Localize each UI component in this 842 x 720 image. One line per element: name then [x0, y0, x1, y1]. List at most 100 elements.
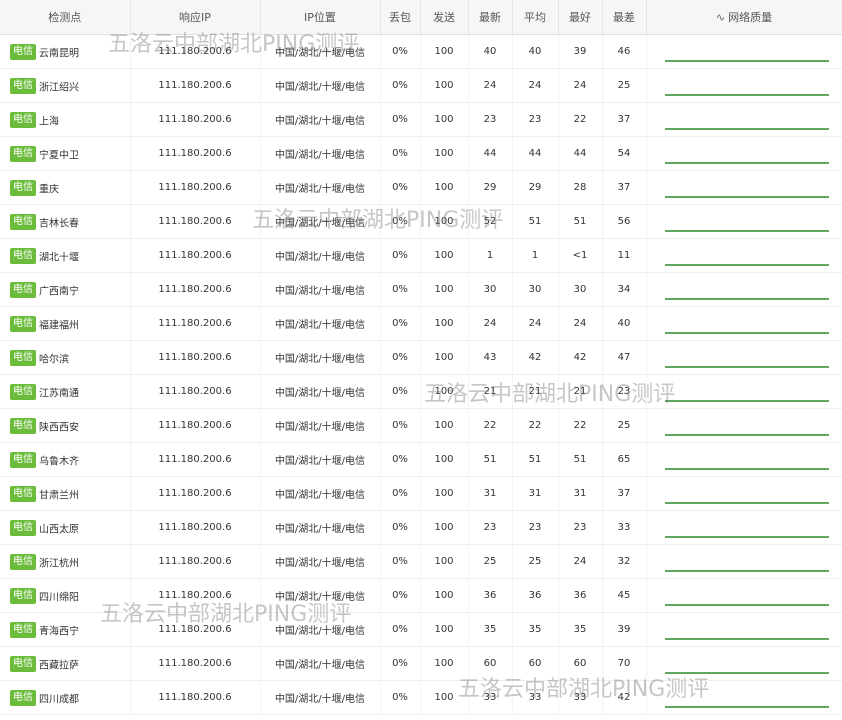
best-cell: 22 — [558, 408, 603, 443]
node-city: 浙江绍兴 — [39, 82, 79, 93]
latest-cell: 30 — [468, 272, 513, 307]
isp-badge: 电信 — [10, 519, 36, 536]
node-city: 西藏拉萨 — [39, 660, 79, 671]
table-row[interactable]: 电信 浙江杭州 111.180.200.6 中国/湖北/十堰/电信 0% 100 25 25 2… — [0, 544, 842, 579]
latest-cell: 24 — [468, 68, 513, 103]
worst-cell: 42 — [602, 680, 647, 715]
col-header-node[interactable]: 检测点 — [0, 0, 131, 35]
table-row[interactable]: 电信 甘肃兰州 111.180.200.6 中国/湖北/十堰/电信 0% 100 31 31 3… — [0, 476, 842, 511]
col-header-location[interactable]: IP位置 — [260, 0, 381, 35]
col-header-loss[interactable]: 丢包 — [380, 0, 421, 35]
sent-cell: 100 — [420, 408, 469, 443]
node-city: 四川成都 — [39, 694, 79, 705]
loss-cell: 0% — [380, 34, 421, 69]
table-row[interactable]: 电信 哈尔滨 111.180.200.6 中国/湖北/十堰/电信 0% 100 43 42 42… — [0, 340, 842, 375]
table-row[interactable]: 电信 西藏拉萨 111.180.200.6 中国/湖北/十堰/电信 0% 100 60 60 6… — [0, 646, 842, 681]
worst-cell: 37 — [602, 170, 647, 205]
best-cell: 30 — [558, 272, 603, 307]
col-header-worst[interactable]: 最差 — [602, 0, 647, 35]
table-row[interactable]: 电信 陕西西安 111.180.200.6 中国/湖北/十堰/电信 0% 100 22 22 2… — [0, 408, 842, 443]
avg-cell: 35 — [512, 612, 559, 647]
location-cell: 中国/湖北/十堰/电信 — [260, 476, 381, 511]
quality-cell — [646, 34, 842, 69]
node-cell: 电信 福建福州 — [0, 306, 131, 341]
avg-cell: 24 — [512, 306, 559, 341]
table-row[interactable]: 电信 宁夏中卫 111.180.200.6 中国/湖北/十堰/电信 0% 100 44 44 4… — [0, 136, 842, 171]
quality-sparkline — [664, 603, 829, 606]
quality-sparkline — [664, 569, 829, 572]
quality-sparkline — [664, 229, 829, 232]
latest-cell: 22 — [468, 408, 513, 443]
node-cell: 电信 广西南宁 — [0, 272, 131, 307]
best-cell: 28 — [558, 170, 603, 205]
node-city: 哈尔滨 — [39, 354, 69, 365]
node-cell: 电信 江苏南通 — [0, 374, 131, 409]
node-cell: 电信 吉林长春 — [0, 204, 131, 239]
node-city: 山西太原 — [39, 524, 79, 535]
loss-cell: 0% — [380, 68, 421, 103]
table-row[interactable]: 电信 湖北十堰 111.180.200.6 中国/湖北/十堰/电信 0% 100 1 1 <1 1… — [0, 238, 842, 273]
ip-cell: 111.180.200.6 — [130, 340, 261, 375]
quality-sparkline — [664, 467, 829, 470]
isp-badge: 电信 — [10, 451, 36, 468]
table-row[interactable]: 电信 乌鲁木齐 111.180.200.6 中国/湖北/十堰/电信 0% 100 51 51 5… — [0, 442, 842, 477]
node-city: 云南昆明 — [39, 48, 79, 59]
isp-badge: 电信 — [10, 111, 36, 128]
col-header-quality[interactable]: ∿ 网络质量 — [646, 0, 842, 35]
sent-cell: 100 — [420, 204, 469, 239]
ip-cell: 111.180.200.6 — [130, 238, 261, 273]
node-cell: 电信 哈尔滨 — [0, 340, 131, 375]
table-row[interactable]: 电信 山西太原 111.180.200.6 中国/湖北/十堰/电信 0% 100 23 23 2… — [0, 510, 842, 545]
quality-sparkline — [664, 399, 829, 402]
sent-cell: 100 — [420, 374, 469, 409]
table-row[interactable]: 电信 云南昆明 111.180.200.6 中国/湖北/十堰/电信 0% 100 40 40 3… — [0, 34, 842, 69]
isp-badge: 电信 — [10, 621, 36, 638]
table-row[interactable]: 电信 广西南宁 111.180.200.6 中国/湖北/十堰/电信 0% 100 30 30 3… — [0, 272, 842, 307]
table-row[interactable]: 电信 四川绵阳 111.180.200.6 中国/湖北/十堰/电信 0% 100 36 36 3… — [0, 578, 842, 613]
best-cell: 51 — [558, 204, 603, 239]
table-row[interactable]: 电信 浙江绍兴 111.180.200.6 中国/湖北/十堰/电信 0% 100 24 24 2… — [0, 68, 842, 103]
quality-cell — [646, 442, 842, 477]
node-city: 江苏南通 — [39, 388, 79, 399]
worst-cell: 47 — [602, 340, 647, 375]
ip-cell: 111.180.200.6 — [130, 102, 261, 137]
table-row[interactable]: 电信 江苏南通 111.180.200.6 中国/湖北/十堰/电信 0% 100 21 21 2… — [0, 374, 842, 409]
latest-cell: 23 — [468, 102, 513, 137]
table-row[interactable]: 电信 重庆 111.180.200.6 中国/湖北/十堰/电信 0% 100 29 29 28 3… — [0, 170, 842, 205]
table-row[interactable]: 电信 吉林长春 111.180.200.6 中国/湖北/十堰/电信 0% 100 52 51 5… — [0, 204, 842, 239]
node-city: 宁夏中卫 — [39, 150, 79, 161]
sent-cell: 100 — [420, 612, 469, 647]
sent-cell: 100 — [420, 306, 469, 341]
col-header-avg[interactable]: 平均 — [512, 0, 559, 35]
node-cell: 电信 云南昆明 — [0, 34, 131, 69]
table-row[interactable]: 电信 上海 111.180.200.6 中国/湖北/十堰/电信 0% 100 23 23 22 3… — [0, 102, 842, 137]
col-header-sent[interactable]: 发送 — [420, 0, 469, 35]
quality-sparkline — [664, 195, 829, 198]
col-header-best[interactable]: 最好 — [558, 0, 603, 35]
location-cell: 中国/湖北/十堰/电信 — [260, 544, 381, 579]
avg-cell: 23 — [512, 510, 559, 545]
col-header-ip[interactable]: 响应IP — [130, 0, 261, 35]
node-cell: 电信 甘肃兰州 — [0, 476, 131, 511]
pulse-icon: ∿ — [715, 11, 726, 24]
ip-cell: 111.180.200.6 — [130, 204, 261, 239]
col-header-latest[interactable]: 最新 — [468, 0, 513, 35]
ip-cell: 111.180.200.6 — [130, 170, 261, 205]
best-cell: 51 — [558, 442, 603, 477]
avg-cell: 31 — [512, 476, 559, 511]
quality-cell — [646, 510, 842, 545]
location-cell: 中国/湖北/十堰/电信 — [260, 510, 381, 545]
ip-cell: 111.180.200.6 — [130, 612, 261, 647]
table-row[interactable]: 电信 青海西宁 111.180.200.6 中国/湖北/十堰/电信 0% 100 35 35 3… — [0, 612, 842, 647]
worst-cell: 34 — [602, 272, 647, 307]
quality-cell — [646, 102, 842, 137]
isp-badge: 电信 — [10, 417, 36, 434]
isp-badge: 电信 — [10, 689, 36, 706]
quality-cell — [646, 170, 842, 205]
table-row[interactable]: 电信 四川成都 111.180.200.6 中国/湖北/十堰/电信 0% 100 33 33 3… — [0, 680, 842, 715]
loss-cell: 0% — [380, 408, 421, 443]
sent-cell: 100 — [420, 510, 469, 545]
table-row[interactable]: 电信 福建福州 111.180.200.6 中国/湖北/十堰/电信 0% 100 24 24 2… — [0, 306, 842, 341]
location-cell: 中国/湖北/十堰/电信 — [260, 136, 381, 171]
quality-cell — [646, 306, 842, 341]
